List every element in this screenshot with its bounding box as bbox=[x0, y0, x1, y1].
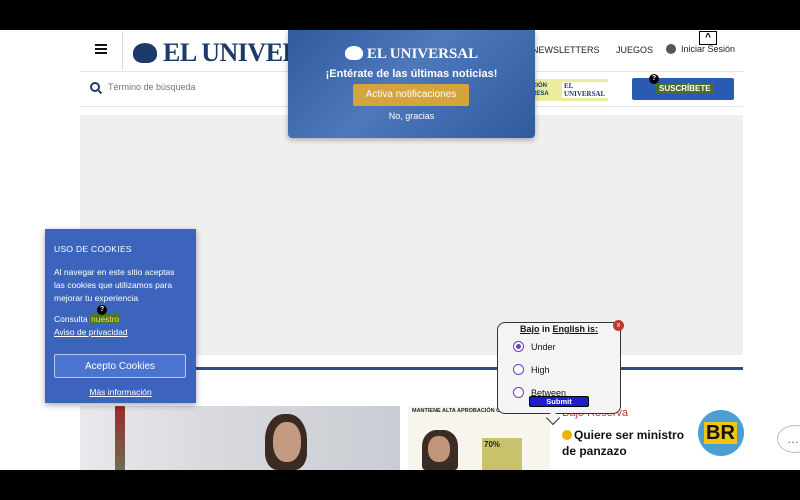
quiz-option-label: Under bbox=[531, 341, 556, 352]
scroll-up-button[interactable]: ^ bbox=[699, 31, 717, 45]
cookie-banner: USO DE COOKIES Al navegar en este sitio … bbox=[45, 229, 196, 403]
nav-juegos[interactable]: JUEGOS bbox=[616, 45, 653, 55]
comment-badge-icon bbox=[562, 430, 572, 440]
page-frame: EL UNIVERSAL NEWSLETTERS JUEGOS Iniciar … bbox=[0, 30, 800, 470]
menu-icon[interactable] bbox=[95, 44, 107, 54]
consult-highlight: nuestro bbox=[89, 314, 121, 324]
subscribe-button[interactable]: ? SUSCRÍBETE bbox=[632, 74, 734, 100]
notification-logo-text: EL UNIVERSAL bbox=[366, 46, 479, 62]
vocab-quiz-popup: Bajo in English is: Under High Between S… bbox=[497, 320, 624, 426]
decline-notifications-link[interactable]: No, gracias bbox=[288, 111, 535, 121]
close-icon[interactable]: x bbox=[613, 320, 624, 331]
accept-cookies-button[interactable]: Acepto Cookies bbox=[54, 354, 186, 378]
column-logo[interactable]: BR bbox=[698, 410, 744, 456]
notification-prompt: EL UNIVERSAL ¡Entérate de las últimas no… bbox=[288, 30, 535, 138]
radio-selected-icon[interactable] bbox=[513, 341, 524, 352]
subscribe-label: SUSCRÍBETE bbox=[656, 83, 714, 94]
column-logo-text: BR bbox=[704, 422, 737, 444]
quiz-option-label: High bbox=[531, 364, 550, 375]
quiz-submit-button[interactable]: Submit bbox=[529, 396, 589, 407]
article-headline[interactable]: Quiere ser ministro de panzazo bbox=[562, 427, 694, 459]
login-label: Iniciar Sesión bbox=[681, 44, 736, 54]
radio-icon[interactable] bbox=[513, 387, 524, 398]
privacy-link[interactable]: Aviso de privacidad bbox=[54, 327, 128, 337]
quiz-option-high[interactable]: High bbox=[513, 364, 550, 375]
quiz-word: Bajo bbox=[519, 324, 540, 334]
nav-newsletters[interactable]: NEWSLETTERS bbox=[532, 45, 600, 55]
more-info-link[interactable]: Más información bbox=[54, 386, 187, 399]
notification-logo: EL UNIVERSAL bbox=[288, 46, 535, 63]
quiz-in: in bbox=[542, 324, 550, 334]
login-link[interactable]: Iniciar Sesión bbox=[666, 44, 735, 54]
cookie-body: Al navegar en este sitio aceptas las coo… bbox=[54, 267, 175, 303]
header-divider bbox=[122, 32, 123, 70]
cookie-title: USO DE COOKIES bbox=[54, 244, 132, 254]
lead-article-image[interactable] bbox=[80, 406, 400, 470]
radio-icon[interactable] bbox=[513, 364, 524, 375]
user-icon bbox=[666, 44, 676, 54]
search-input[interactable] bbox=[108, 82, 258, 92]
search-bar bbox=[90, 82, 258, 92]
flag-shape bbox=[115, 406, 125, 470]
person-face-shape bbox=[273, 422, 301, 462]
chat-bubble-icon[interactable]: … bbox=[777, 425, 800, 453]
quiz-language: English is: bbox=[552, 324, 599, 334]
eagle-seal-icon bbox=[344, 46, 363, 60]
search-icon[interactable] bbox=[90, 82, 100, 92]
consult-prefix: Consulta bbox=[54, 314, 88, 324]
infographic-percentage: 70% bbox=[482, 438, 522, 470]
activate-notifications-button[interactable]: Activa notificaciones bbox=[353, 84, 469, 106]
quiz-option-under[interactable]: Under bbox=[513, 341, 556, 352]
notification-title: ¡Entérate de las últimas noticias! bbox=[325, 68, 498, 80]
help-icon: ? bbox=[97, 305, 107, 315]
eagle-seal-icon bbox=[133, 43, 157, 63]
print-edition-promo[interactable]: CIÓN RESA EL UNIVERSAL bbox=[528, 79, 608, 101]
infographic-person-face bbox=[428, 436, 450, 462]
quiz-question: Bajo in English is: bbox=[498, 324, 620, 334]
top-nav: NEWSLETTERS JUEGOS bbox=[532, 45, 667, 55]
cookie-consult-line: ? Consulta nuestro Aviso de privacidad bbox=[54, 305, 187, 339]
infographic-article-image[interactable]: MANTIENE ALTA APROBACIÓN C 70% bbox=[408, 406, 550, 470]
promo-brand: EL UNIVERSAL bbox=[562, 82, 608, 98]
headline-text: Quiere ser ministro de panzazo bbox=[562, 428, 685, 458]
